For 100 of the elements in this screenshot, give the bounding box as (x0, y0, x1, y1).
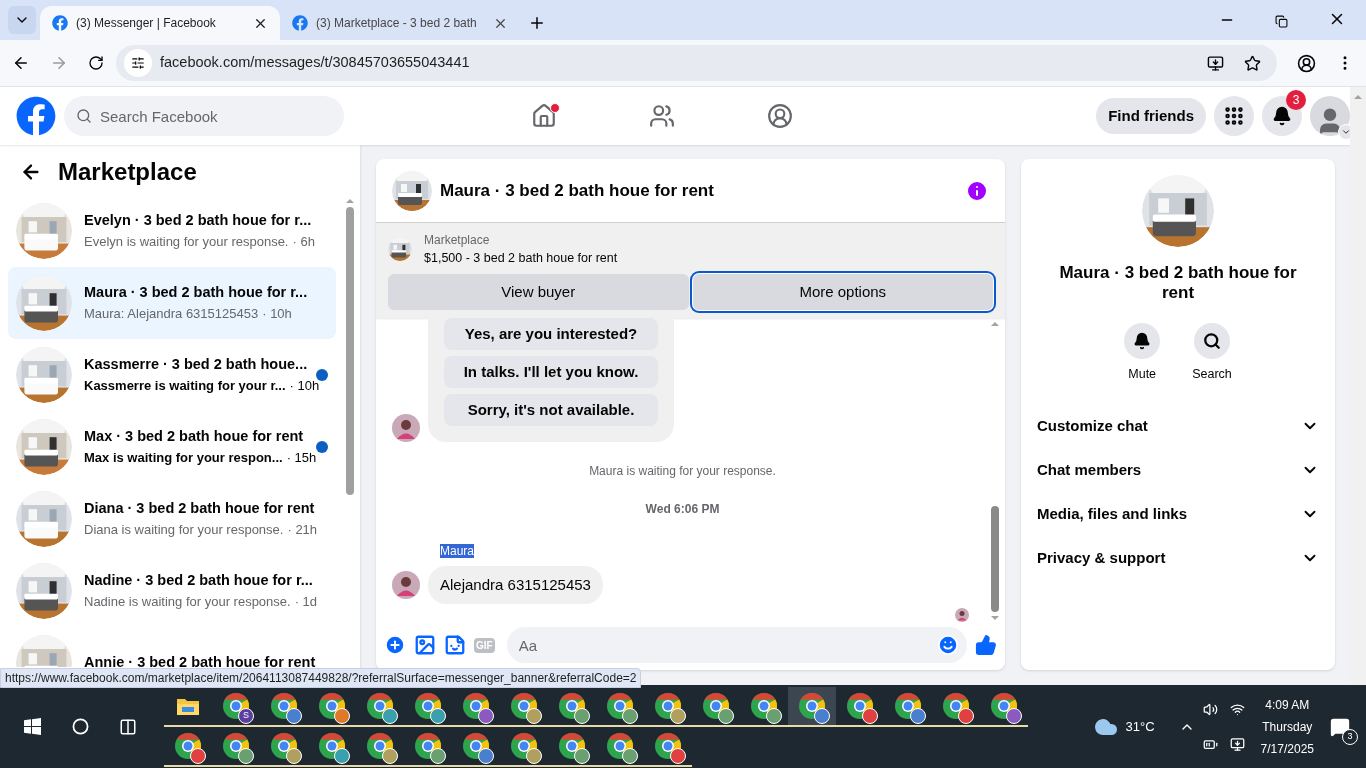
browser-taskbar-button[interactable]: S (212, 686, 260, 727)
tab-list-button[interactable] (8, 6, 36, 34)
browser-tab[interactable]: (3) Marketplace - 3 bed 2 bath (280, 6, 520, 40)
search-field[interactable]: Search Facebook (64, 96, 344, 136)
task-view-icon[interactable] (119, 717, 137, 736)
group-icon (767, 103, 793, 129)
conversation-time: · 10h (289, 377, 320, 396)
facebook-icon (292, 15, 308, 31)
conversation-item[interactable]: Maura · 3 bed 2 bath houe for r... Maura: Alejandra 6315125453 · 10h (8, 267, 336, 339)
facebook-icon (52, 15, 68, 31)
sender-name: Maura (440, 543, 474, 558)
bell-icon (1272, 106, 1292, 126)
facebook-logo[interactable] (16, 96, 56, 136)
conversation-preview: Max is waiting for your respon... (84, 449, 283, 468)
conversation-title: Nadine · 3 bed 2 bath houe for r... (84, 571, 314, 591)
clock-day: Thursday (1262, 715, 1313, 738)
search-icon (1203, 332, 1221, 350)
details-section[interactable]: Chat members (1037, 447, 1319, 492)
avatar-icon (392, 413, 420, 442)
like-icon[interactable] (975, 634, 997, 656)
browser-tab[interactable]: (3) Messenger | Facebook (40, 6, 280, 40)
message-field[interactable]: Aa (506, 627, 967, 663)
back-icon[interactable] (12, 54, 30, 72)
home-icon (531, 103, 557, 129)
listing-action-button[interactable]: More options (692, 273, 993, 310)
conversation-item[interactable]: Kassmerre · 3 bed 2 bath houe... Kassmerre is waiting for your r... · 10h (8, 339, 336, 411)
timestamp: Wed 6:06 PM (644, 500, 721, 518)
conversation-title: Maura · 3 bed 2 bath houe for r... (84, 283, 309, 303)
conversation-title: Diana · 3 bed 2 bath houe for rent (84, 499, 316, 519)
photo-icon[interactable] (414, 634, 436, 656)
scrollbar[interactable] (1350, 87, 1366, 685)
message-bubble: Alejandra 6315125453 (428, 565, 603, 605)
avatar-icon (392, 571, 420, 599)
details-section[interactable]: Privacy & support (1037, 535, 1319, 580)
conversation-preview: Maura: Alejandra 6315125453 (84, 305, 259, 324)
conversation-item[interactable]: Max · 3 bed 2 bath houe for rent Max is waiting for your respon... · 15h (8, 411, 336, 483)
quick-reply-button[interactable]: In talks. I'll let you know. (444, 355, 658, 388)
avatar-icon (955, 608, 969, 623)
link-preview-tooltip: https://www.facebook.com/marketplace/item/2064113087449828/?referralSurface=messenger_banner&referralCode=2 (0, 668, 642, 688)
device-icon[interactable] (1229, 736, 1245, 752)
sticker-icon[interactable] (444, 634, 466, 656)
chevron-down-icon (1341, 127, 1351, 137)
conversation-preview: Kassmerre is waiting for your r... (84, 377, 286, 396)
tab-title: (3) Marketplace - 3 bed 2 bath (316, 15, 478, 32)
apps-menu-button[interactable] (1214, 96, 1254, 136)
notifications-button[interactable] (1262, 96, 1302, 136)
chat-title: Maura · 3 bed 2 bath houe for rent (440, 179, 715, 202)
install-icon[interactable] (1207, 54, 1224, 72)
notification-center-icon[interactable] (1330, 716, 1350, 737)
listing-title: $1,500 - 3 bed 2 bath houe for rent (424, 250, 618, 267)
conversation-item[interactable]: Nadine · 3 bed 2 bath houe for r... Nadine is waiting for your response. · 1d (8, 555, 336, 627)
browser-taskbar-button[interactable] (788, 686, 836, 727)
emoji-icon[interactable] (937, 634, 959, 656)
conversation-preview: Nadine is waiting for your response. (84, 593, 291, 612)
forward-icon[interactable] (50, 54, 68, 72)
details-section[interactable]: Customize chat (1037, 403, 1319, 448)
wifi-icon[interactable] (1229, 701, 1245, 717)
conversation-time: · 1d (294, 593, 318, 612)
address-bar[interactable]: facebook.com/messages/t/30845703655043441 (116, 45, 1277, 81)
conversation-item[interactable]: Evelyn · 3 bed 2 bath houe for r... Evelyn is waiting for your response. · 6h (8, 195, 336, 267)
conversation-time: · 21h (287, 521, 318, 540)
volume-icon[interactable] (1202, 701, 1218, 717)
clock-date: 7/17/2025 (1260, 740, 1314, 758)
profile-icon[interactable] (1297, 53, 1316, 73)
conversation-title: Max · 3 bed 2 bath houe for rent (84, 427, 304, 447)
conversation-time: · 10h (262, 305, 292, 324)
tab-title: (3) Messenger | Facebook (76, 15, 217, 32)
search-icon (76, 108, 92, 124)
search-icon[interactable] (71, 718, 89, 735)
quick-reply-button[interactable]: Yes, are you interested? (444, 317, 658, 350)
conversation-item[interactable]: Diana · 3 bed 2 bath houe for rent Diana is waiting for your response. · 21h (8, 483, 336, 555)
sidebar-title: Marketplace (58, 157, 197, 187)
conversation-time: · 15h (286, 449, 317, 468)
listing-source: Marketplace (424, 232, 491, 249)
site-settings-icon[interactable] (131, 56, 145, 70)
conversation-preview: Diana is waiting for your response. (84, 521, 284, 540)
quick-reply-button[interactable]: Sorry, it's not available. (444, 393, 658, 426)
add-icon[interactable] (384, 634, 406, 656)
browser-icon (222, 691, 250, 720)
grid-icon (1223, 105, 1245, 127)
reload-icon[interactable] (88, 55, 104, 71)
account-button[interactable] (1310, 96, 1350, 136)
conversation-time: · 6h (292, 233, 315, 252)
notification-badge: 3 (1286, 90, 1306, 110)
details-title: Maura · 3 bed 2 bath houe for rent (1058, 263, 1298, 303)
find-friends-button[interactable]: Find friends (1096, 98, 1206, 134)
clock-time: 4:09 AM (1265, 696, 1310, 714)
details-section[interactable]: Media, files and links (1037, 491, 1319, 536)
listing-action-button[interactable]: View buyer (388, 273, 689, 310)
restore-icon[interactable] (1275, 15, 1288, 28)
conversation-preview: Evelyn is waiting for your response. (84, 233, 289, 252)
windows-icon[interactable] (23, 718, 41, 735)
new-tab-icon[interactable] (528, 14, 546, 32)
url-text: facebook.com/messages/t/30845703655043441 (160, 53, 470, 73)
people-icon (649, 103, 675, 129)
bookmark-icon[interactable] (1244, 54, 1261, 72)
conversation-title: Annie · 3 bed 2 bath houe for rent (84, 653, 317, 667)
waiting-notice: Maura is waiting for your response. (588, 462, 777, 480)
bell-icon (1133, 332, 1152, 350)
temperature: 31°C (1125, 717, 1155, 736)
